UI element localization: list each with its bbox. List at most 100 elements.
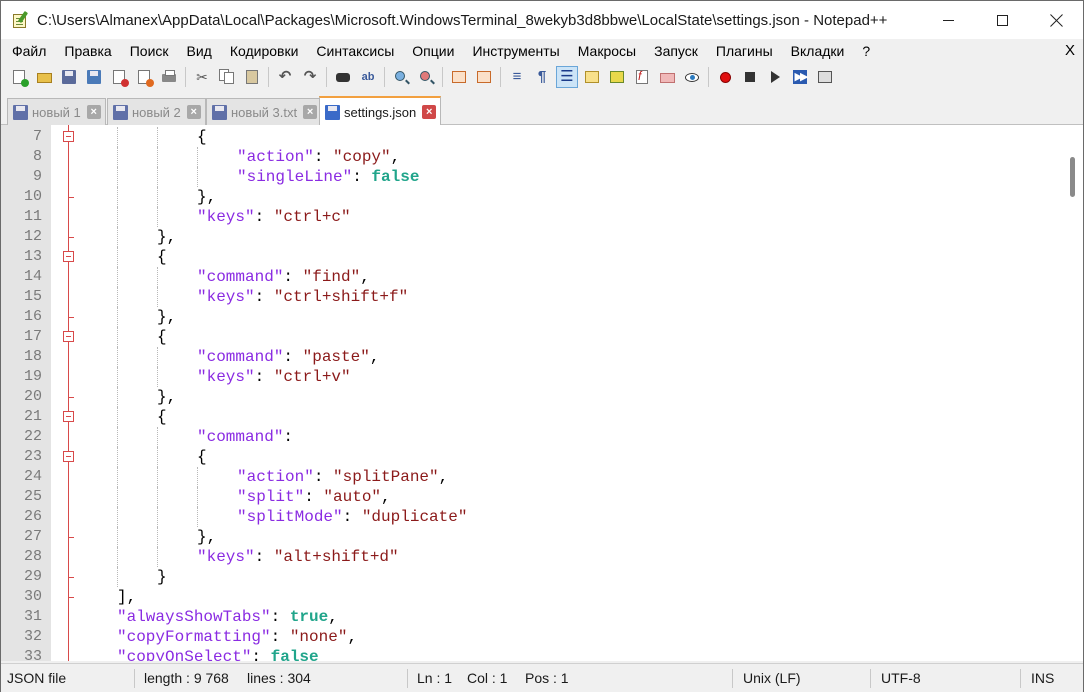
editor-pane[interactable]: 7 8 9 10 11 12 13 14 15 16 17 18 19 20 21 22 23 24 25 26 27 2… — [1, 125, 1083, 661]
cut-button[interactable]: ✂ — [191, 66, 213, 88]
code-line[interactable]: }, — [157, 387, 176, 407]
code-line[interactable]: "command": — [197, 427, 293, 447]
udl-button[interactable] — [581, 66, 603, 88]
line-number[interactable]: 11 — [1, 207, 42, 227]
line-number[interactable]: 22 — [1, 427, 42, 447]
code-text-area[interactable]: {"action": "copy", "singleLine": false}, "… — [77, 125, 1061, 661]
line-number[interactable]: 13 — [1, 247, 42, 267]
monitoring-button[interactable] — [681, 66, 703, 88]
line-number[interactable]: 19 — [1, 367, 42, 387]
fold-toggle-icon[interactable] — [63, 131, 74, 142]
line-number[interactable]: 25 — [1, 487, 42, 507]
line-number[interactable]: 30 — [1, 587, 42, 607]
zoom-in-button[interactable] — [390, 66, 412, 88]
menu-language[interactable]: Синтаксисы — [307, 39, 403, 63]
folder-workspace-button[interactable] — [656, 66, 678, 88]
menu-macro[interactable]: Макросы — [569, 39, 645, 63]
code-line[interactable]: { — [197, 447, 207, 467]
code-line[interactable]: } — [157, 567, 167, 587]
line-number[interactable]: 24 — [1, 467, 42, 487]
play-macro-button[interactable] — [764, 66, 786, 88]
record-macro-button[interactable] — [714, 66, 736, 88]
zoom-out-button[interactable] — [415, 66, 437, 88]
tab-close-icon[interactable]: × — [186, 105, 201, 119]
line-number[interactable]: 9 — [1, 167, 42, 187]
line-number[interactable]: 33 — [1, 647, 42, 661]
line-number-gutter[interactable]: 7 8 9 10 11 12 13 14 15 16 17 18 19 20 21 22 23 24 25 26 27 2… — [1, 125, 51, 661]
line-number[interactable]: 7 — [1, 127, 42, 147]
print-button[interactable] — [158, 66, 180, 88]
line-number[interactable]: 15 — [1, 287, 42, 307]
line-number[interactable]: 21 — [1, 407, 42, 427]
word-wrap-button[interactable]: ≡ — [506, 66, 528, 88]
code-line[interactable]: { — [157, 327, 167, 347]
line-number[interactable]: 20 — [1, 387, 42, 407]
save-all-button[interactable] — [83, 66, 105, 88]
status-encoding[interactable]: UTF-8 — [881, 664, 921, 692]
code-line[interactable]: { — [197, 127, 207, 147]
show-all-chars-button[interactable]: ¶ — [531, 66, 553, 88]
fold-toggle-icon[interactable] — [63, 251, 74, 262]
line-number[interactable]: 26 — [1, 507, 42, 527]
code-line[interactable]: ], — [117, 587, 136, 607]
menu-encoding[interactable]: Кодировки — [221, 39, 308, 63]
tab-new-1[interactable]: новый 1 × — [7, 98, 106, 125]
code-line[interactable]: "command": "paste", — [197, 347, 379, 367]
run-macro-multiple-button[interactable]: ▶▶ — [789, 66, 811, 88]
code-line[interactable]: "singleLine": false — [237, 167, 419, 187]
tab-close-icon[interactable]: × — [422, 105, 437, 119]
code-line[interactable]: "splitMode": "duplicate" — [237, 507, 467, 527]
title-bar[interactable]: C:\Users\Almanex\AppData\Local\Packages\… — [1, 1, 1083, 39]
notepadpp-app-icon[interactable] — [12, 10, 30, 29]
maximize-button[interactable] — [975, 1, 1029, 39]
line-number[interactable]: 8 — [1, 147, 42, 167]
tab-new-3-txt[interactable]: новый 3.txt × — [206, 98, 323, 125]
doc-map-button[interactable] — [606, 66, 628, 88]
line-number[interactable]: 14 — [1, 267, 42, 287]
code-line[interactable]: "command": "find", — [197, 267, 370, 287]
copy-button[interactable] — [216, 66, 238, 88]
code-line[interactable]: "split": "auto", — [237, 487, 391, 507]
redo-button[interactable]: ↷ — [299, 66, 321, 88]
menu-file[interactable]: Файл — [1, 39, 55, 63]
new-file-button[interactable] — [8, 66, 30, 88]
menu-tools[interactable]: Инструменты — [463, 39, 568, 63]
code-line[interactable]: "keys": "ctrl+c" — [197, 207, 351, 227]
tab-new-2[interactable]: новый 2 × — [107, 98, 206, 125]
fold-toggle-icon[interactable] — [63, 411, 74, 422]
sync-horizontal-button[interactable] — [473, 66, 495, 88]
code-line[interactable]: "keys": "ctrl+v" — [197, 367, 351, 387]
save-macro-button[interactable] — [814, 66, 836, 88]
scrollbar-thumb[interactable] — [1070, 157, 1075, 197]
close-file-button[interactable] — [108, 66, 130, 88]
code-line[interactable]: }, — [197, 187, 216, 207]
line-number[interactable]: 32 — [1, 627, 42, 647]
minimize-button[interactable] — [921, 1, 975, 39]
menu-search[interactable]: Поиск — [121, 39, 178, 63]
line-number[interactable]: 10 — [1, 187, 42, 207]
code-line[interactable]: }, — [197, 527, 216, 547]
line-number[interactable]: 23 — [1, 447, 42, 467]
undo-button[interactable]: ↶ — [274, 66, 296, 88]
menu-view[interactable]: Вид — [178, 39, 221, 63]
tab-close-icon[interactable]: × — [303, 105, 318, 119]
function-list-button[interactable]: f — [631, 66, 653, 88]
line-number[interactable]: 12 — [1, 227, 42, 247]
indent-guide-button[interactable]: ☰ — [556, 66, 578, 88]
code-line[interactable]: }, — [157, 227, 176, 247]
line-number[interactable]: 27 — [1, 527, 42, 547]
save-button[interactable] — [58, 66, 80, 88]
paste-button[interactable] — [241, 66, 263, 88]
fold-margin[interactable] — [51, 125, 77, 661]
line-number[interactable]: 28 — [1, 547, 42, 567]
close-window-button[interactable] — [1029, 1, 1083, 39]
menu-help[interactable]: ? — [853, 39, 879, 63]
status-insert-mode[interactable]: INS — [1031, 664, 1054, 692]
menu-window[interactable]: Вкладки — [782, 39, 854, 63]
code-line[interactable]: }, — [157, 307, 176, 327]
code-line[interactable]: "copyFormatting": "none", — [117, 627, 357, 647]
open-file-button[interactable] — [33, 66, 55, 88]
line-number[interactable]: 29 — [1, 567, 42, 587]
fold-toggle-icon[interactable] — [63, 331, 74, 342]
tab-close-icon[interactable]: × — [86, 105, 101, 119]
